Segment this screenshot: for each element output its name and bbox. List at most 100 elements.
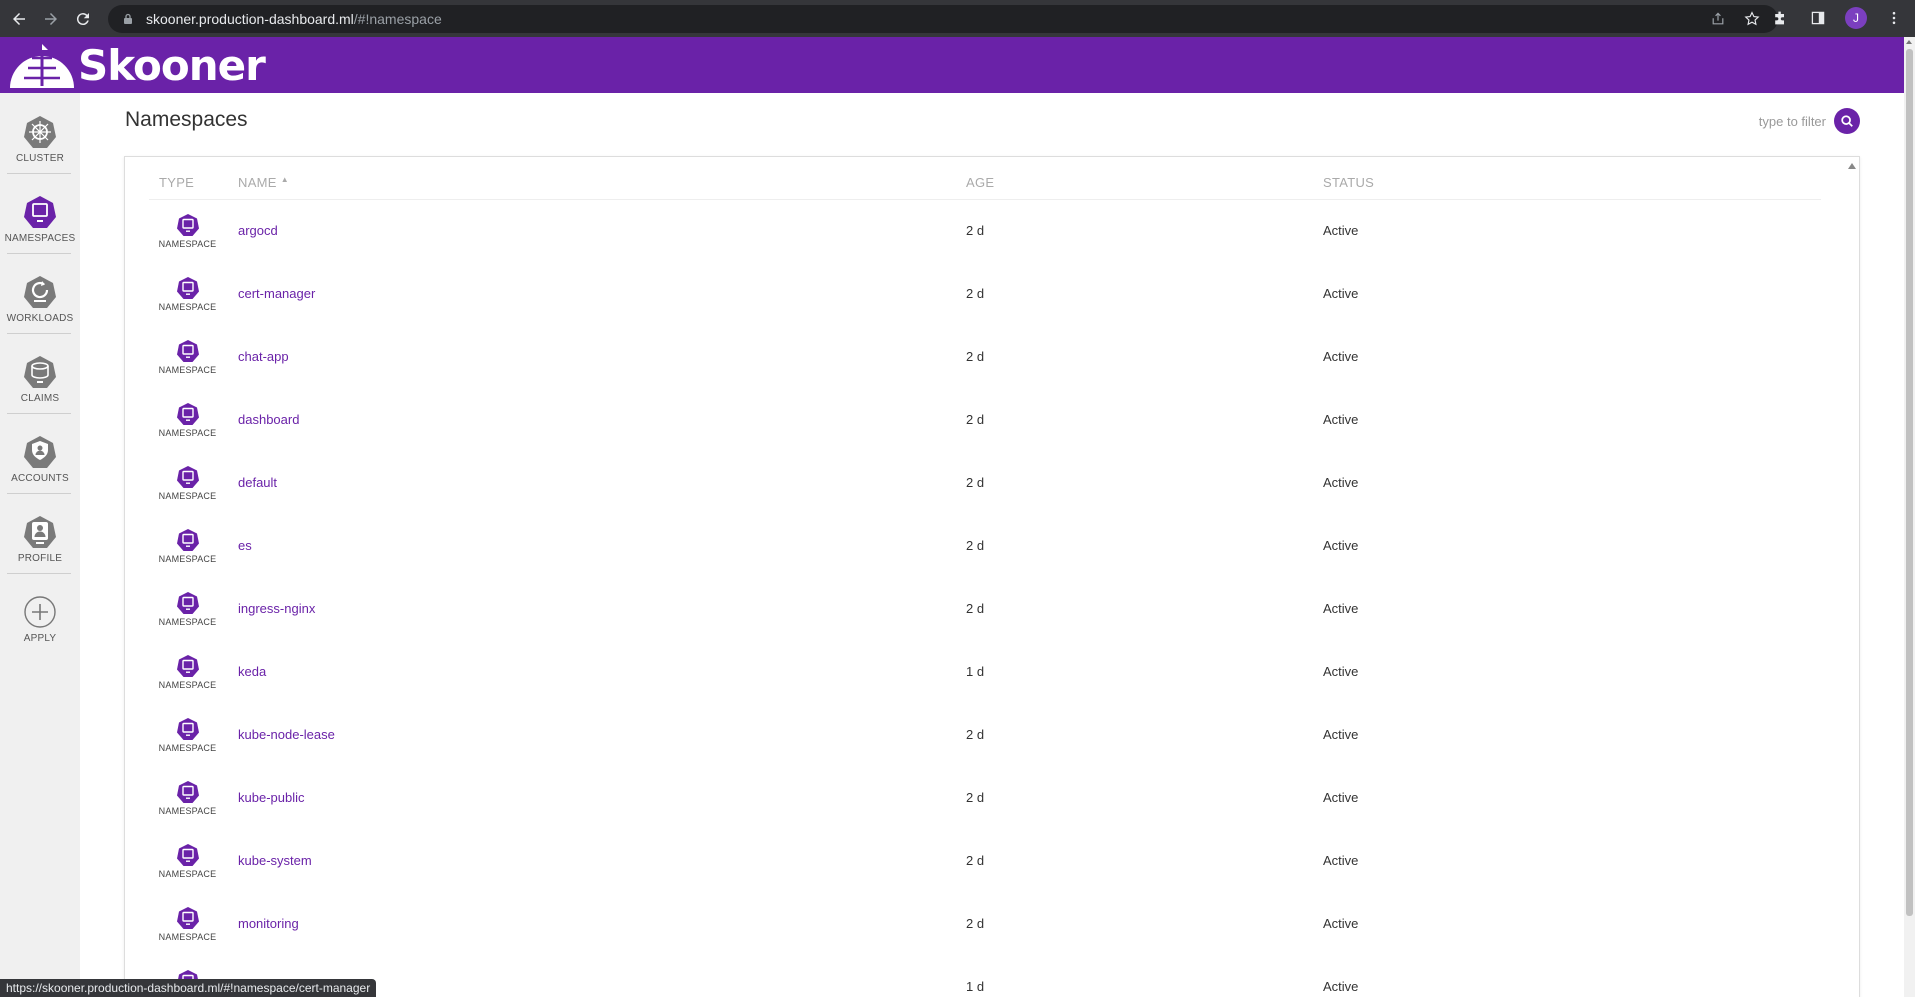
filter-input[interactable] xyxy=(1746,113,1826,129)
sidebar-item-workloads[interactable]: WORKLOADS xyxy=(0,253,80,333)
type-badge: NAMESPACE xyxy=(149,843,226,879)
column-header-status[interactable]: STATUS xyxy=(1323,167,1821,200)
namespaces-panel: TYPE NAME ▲ AGE STATUS NAMESPACE argocd 2 … xyxy=(124,156,1860,997)
age-cell: 2 d xyxy=(966,538,985,553)
sidebar-item-namespaces[interactable]: NAMESPACES xyxy=(0,173,80,253)
namespace-link[interactable]: cert-manager xyxy=(238,286,315,301)
table-row[interactable]: NAMESPACE monitoring 2 d Active xyxy=(149,892,1821,955)
profile-avatar[interactable]: J xyxy=(1845,7,1867,29)
table-row[interactable]: NAMESPACE1 dActive xyxy=(149,955,1821,997)
sidebar-item-cluster[interactable]: CLUSTER xyxy=(0,93,80,173)
profile-icon xyxy=(24,516,56,548)
forward-arrow-icon xyxy=(45,12,57,25)
table-row[interactable]: NAMESPACE es 2 d Active xyxy=(149,514,1821,577)
name-cell: dashboard xyxy=(226,388,966,451)
name-cell: es xyxy=(226,514,966,577)
status-cell: Active xyxy=(1323,790,1359,805)
status-cell: Active xyxy=(1323,349,1359,364)
column-header-age[interactable]: AGE xyxy=(966,167,1323,200)
type-label: NAMESPACE xyxy=(158,616,217,627)
sidebar-item-label: WORKLOADS xyxy=(6,313,74,324)
sidebar-item-label: NAMESPACES xyxy=(4,233,76,244)
window-scroll-up-arrow[interactable] xyxy=(1906,40,1912,44)
name-cell: cert-manager xyxy=(226,262,966,325)
column-header-name[interactable]: NAME ▲ xyxy=(226,167,966,200)
namespace-icon xyxy=(176,780,199,803)
namespace-link[interactable]: default xyxy=(238,475,277,490)
reload-button[interactable] xyxy=(70,6,96,32)
type-badge: NAMESPACE xyxy=(149,402,226,438)
table-row[interactable]: NAMESPACE kube-system 2 d Active xyxy=(149,829,1821,892)
type-badge: NAMESPACE xyxy=(149,717,226,753)
panel-scrollbar[interactable] xyxy=(1845,157,1859,997)
type-cell: NAMESPACE xyxy=(149,325,226,388)
side-panel-icon[interactable] xyxy=(1807,7,1829,29)
namespace-link[interactable]: ingress-nginx xyxy=(238,601,315,616)
sidebar-item-profile[interactable]: PROFILE xyxy=(0,493,80,573)
age-cell: 2 d xyxy=(966,223,985,239)
search-icon xyxy=(1841,115,1853,127)
status-cell: Active xyxy=(1323,538,1359,553)
type-cell: NAMESPACE xyxy=(149,514,226,577)
filter-box xyxy=(1746,108,1860,134)
type-cell: NAMESPACE xyxy=(149,703,226,766)
namespace-link[interactable]: argocd xyxy=(238,223,278,238)
name-cell: kube-public xyxy=(226,766,966,829)
search-button[interactable] xyxy=(1834,108,1860,134)
namespace-icon xyxy=(176,339,199,362)
namespace-icon xyxy=(176,654,199,677)
window-scroll-thumb[interactable] xyxy=(1906,49,1913,916)
type-label: NAMESPACE xyxy=(158,364,217,375)
age-cell: 1 d xyxy=(966,979,985,994)
name-cell: argocd xyxy=(226,199,966,262)
namespace-icon xyxy=(176,843,199,866)
namespace-link[interactable]: dashboard xyxy=(238,412,299,427)
forward-button[interactable] xyxy=(38,6,64,32)
address-bar[interactable]: skooner.production-dashboard.ml/#!namesp… xyxy=(108,5,1778,33)
sidebar-item-claims[interactable]: CLAIMS xyxy=(0,333,80,413)
namespace-link[interactable]: kube-node-lease xyxy=(238,727,335,742)
scroll-up-arrow[interactable] xyxy=(1848,163,1856,169)
namespace-link[interactable]: kube-system xyxy=(238,853,312,868)
share-icon[interactable] xyxy=(1708,9,1728,29)
sidebar-item-accounts[interactable]: ACCOUNTS xyxy=(0,413,80,493)
type-badge: NAMESPACE xyxy=(149,906,226,942)
column-header-type[interactable]: TYPE xyxy=(149,167,226,200)
type-cell: NAMESPACE xyxy=(149,640,226,703)
namespace-link[interactable]: keda xyxy=(238,664,266,679)
namespace-link[interactable]: es xyxy=(238,538,252,553)
namespace-link[interactable]: monitoring xyxy=(238,916,299,931)
name-cell: keda xyxy=(226,640,966,703)
table-row[interactable]: NAMESPACE cert-manager 2 d Active xyxy=(149,262,1821,325)
table-row[interactable]: NAMESPACE ingress-nginx 2 d Active xyxy=(149,577,1821,640)
accounts-icon xyxy=(24,436,56,468)
age-cell: 2 d xyxy=(966,790,985,805)
sidebar-item-apply[interactable]: APPLY xyxy=(0,573,80,653)
bookmark-star-icon[interactable] xyxy=(1742,9,1762,29)
window-scrollbar[interactable] xyxy=(1904,37,1915,997)
table-row[interactable]: NAMESPACE kube-public 2 d Active xyxy=(149,766,1821,829)
status-cell: Active xyxy=(1323,223,1359,239)
name-cell: kube-node-lease xyxy=(226,703,966,766)
type-label: NAMESPACE xyxy=(158,238,217,249)
url-text: skooner.production-dashboard.ml/#!namesp… xyxy=(146,11,442,27)
claims-icon xyxy=(24,356,56,388)
back-button[interactable] xyxy=(6,6,32,32)
table-row[interactable]: NAMESPACE chat-app 2 d Active xyxy=(149,325,1821,388)
namespace-link[interactable]: kube-public xyxy=(238,790,305,805)
table-row[interactable]: NAMESPACE keda 1 d Active xyxy=(149,640,1821,703)
type-label: NAMESPACE xyxy=(158,931,217,942)
table-row[interactable]: NAMESPACE argocd 2 d Active xyxy=(149,199,1821,262)
table-row[interactable]: NAMESPACE dashboard 2 d Active xyxy=(149,388,1821,451)
browser-toolbar: skooner.production-dashboard.ml/#!namesp… xyxy=(0,0,1915,37)
age-cell: 2 d xyxy=(966,412,985,427)
age-cell: 2 d xyxy=(966,286,985,301)
menu-kebab-icon[interactable] xyxy=(1883,7,1905,29)
namespace-link[interactable]: chat-app xyxy=(238,349,289,364)
extensions-icon[interactable] xyxy=(1769,7,1791,29)
name-cell: monitoring xyxy=(226,892,966,955)
skooner-logo[interactable]: Skooner xyxy=(8,40,266,90)
table-row[interactable]: NAMESPACE kube-node-lease 2 d Active xyxy=(149,703,1821,766)
table-row[interactable]: NAMESPACE default 2 d Active xyxy=(149,451,1821,514)
type-label: NAMESPACE xyxy=(158,490,217,501)
